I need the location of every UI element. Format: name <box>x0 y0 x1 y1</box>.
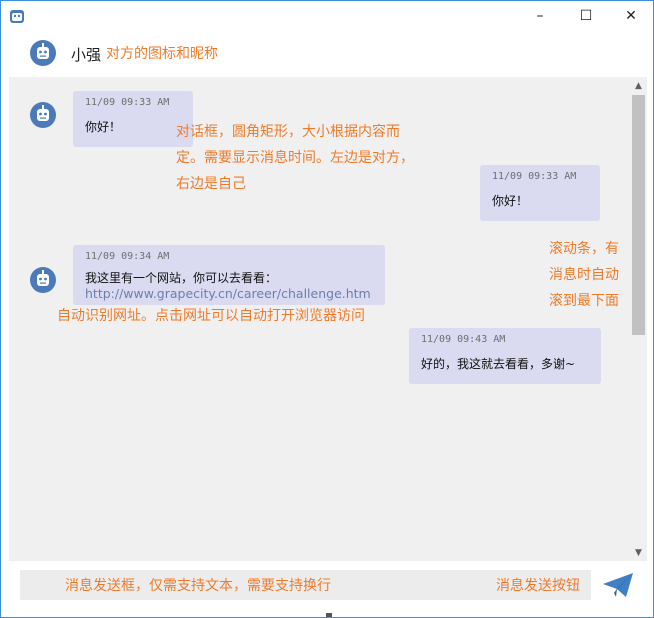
peer-avatar-icon <box>30 102 56 128</box>
message-bubble-left: 11/09 09:34 AM 我这里有一个网站，你可以去看看： http://w… <box>73 245 385 305</box>
chat-header: 小强 对方的图标和昵称 <box>1 31 653 77</box>
scroll-up-icon[interactable]: ▲ <box>630 77 647 94</box>
scroll-annotation-line3: 滚到最下面 <box>549 293 619 309</box>
message-time: 11/09 09:33 AM <box>85 97 170 108</box>
message-text: 我这里有一个网站，你可以去看看： <box>85 271 278 285</box>
title-bar: – ☐ ✕ <box>1 1 653 31</box>
url-annotation: 自动识别网址。点击网址可以自动打开浏览器访问 <box>57 308 365 324</box>
scroll-down-icon[interactable]: ▼ <box>630 544 647 561</box>
message-url-link[interactable]: http://www.grapecity.cn/career/challenge… <box>85 286 373 302</box>
message-text: 好的，我这就去看看，多谢~ <box>421 357 576 371</box>
send-icon[interactable] <box>602 571 634 599</box>
peer-avatar-icon <box>30 267 56 293</box>
message-bubble-left: 11/09 09:33 AM 你好！ <box>73 91 193 147</box>
bubble-annotation-line1: 对话框，圆角矩形，大小根据内容而 <box>176 124 400 140</box>
message-bubble-right: 11/09 09:33 AM 你好！ <box>480 165 600 221</box>
peer-avatar-icon <box>30 40 56 66</box>
maximize-button[interactable]: ☐ <box>563 1 609 31</box>
message-text: 你好！ <box>85 120 122 134</box>
message-text: 你好！ <box>492 194 529 208</box>
scroll-annotation-line1: 滚动条，有 <box>549 241 619 257</box>
message-time: 11/09 09:33 AM <box>492 171 577 182</box>
close-button[interactable]: ✕ <box>608 1 654 31</box>
peer-name: 小强 <box>71 46 102 64</box>
scroll-annotation-line2: 消息时自动 <box>549 267 619 283</box>
chat-window: – ☐ ✕ 小强 对方的图标和昵称 11/09 09:33 AM 你好！ 对话框… <box>0 0 654 618</box>
header-annotation: 对方的图标和昵称 <box>106 46 218 62</box>
resize-grip[interactable] <box>326 613 332 617</box>
message-time: 11/09 09:43 AM <box>421 334 506 345</box>
message-bubble-right: 11/09 09:43 AM 好的，我这就去看看，多谢~ <box>409 328 601 384</box>
send-annotation: 消息发送按钮 <box>496 578 580 594</box>
minimize-button[interactable]: – <box>517 1 563 31</box>
composer-annotation: 消息发送框，仅需支持文本，需要支持换行 <box>65 578 331 594</box>
robot-avatar-icon <box>10 10 24 23</box>
scrollbar-thumb[interactable] <box>632 95 645 335</box>
message-time: 11/09 09:34 AM <box>85 251 170 262</box>
message-list-scrollbar[interactable]: ▲ ▼ <box>630 77 647 561</box>
bubble-annotation-line2: 定。需要显示消息时间。左边是对方， <box>176 150 414 166</box>
bubble-annotation-line3: 右边是自己 <box>176 176 246 192</box>
